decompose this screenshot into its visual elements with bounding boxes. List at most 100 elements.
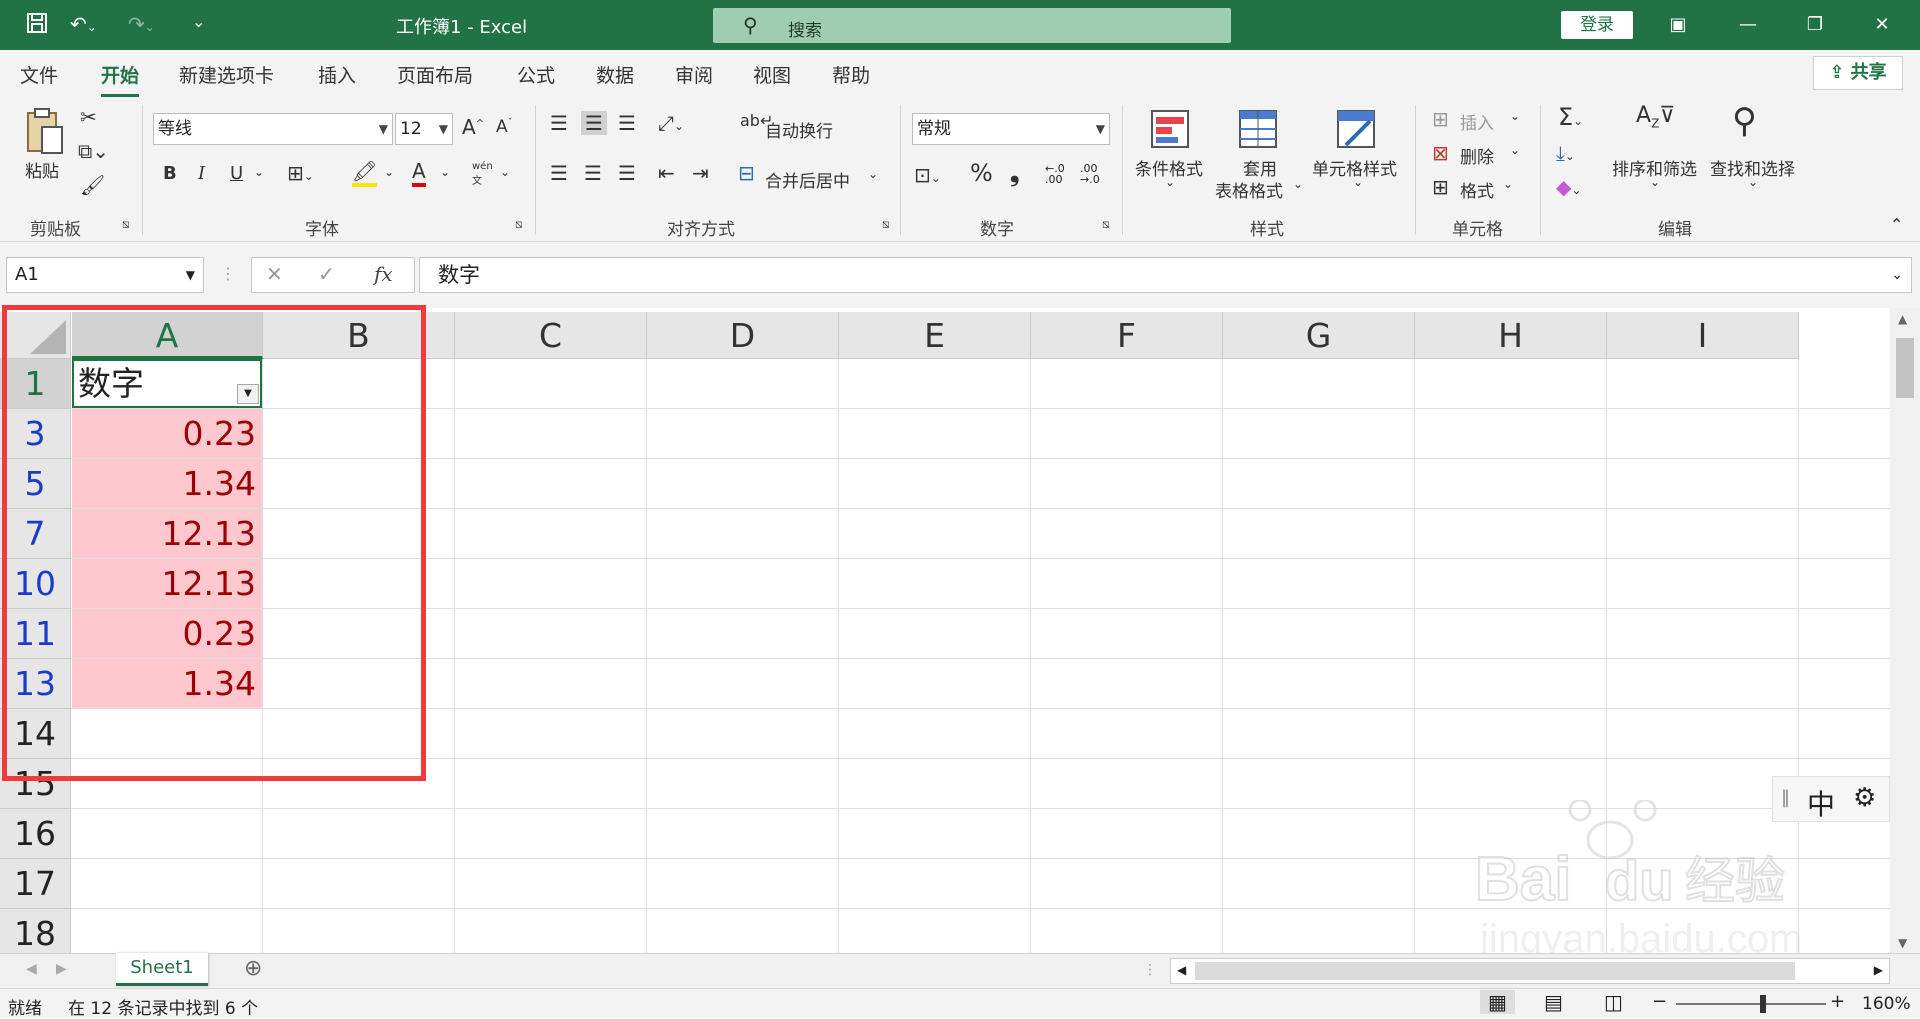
percent-button[interactable]: % [970, 159, 993, 187]
scroll-thumb[interactable] [1896, 338, 1914, 398]
scroll-up-icon[interactable]: ▲ [1898, 312, 1907, 326]
column-header-h[interactable]: H [1415, 312, 1607, 359]
merge-center-icon[interactable]: ⊟ [738, 161, 755, 185]
enter-icon[interactable]: ✓ [318, 262, 335, 286]
phonetic-icon[interactable]: wén 文 [472, 161, 493, 187]
column-header-d[interactable]: D [647, 312, 839, 359]
paste-label[interactable]: 粘贴 [25, 157, 59, 182]
tab-insert[interactable]: 插入 [318, 61, 356, 88]
ime-mode[interactable]: 中 [1807, 783, 1835, 823]
chevron-down-icon[interactable]: ⌄ [1503, 177, 1513, 191]
expand-formula-icon[interactable]: ⌄ [1891, 258, 1903, 292]
align-top-icon[interactable]: ☰ [550, 111, 568, 135]
sheet-tab-sheet1[interactable]: Sheet1 [116, 953, 208, 986]
decrease-font-icon[interactable]: Aˇ [496, 117, 513, 137]
dialog-launcher-icon[interactable]: ⧅ [882, 217, 890, 232]
tab-data[interactable]: 数据 [596, 61, 634, 88]
normal-view-icon[interactable]: ▦ [1480, 990, 1515, 1014]
new-sheet-icon[interactable]: ⊕ [244, 956, 262, 981]
prev-sheet-icon[interactable]: ◀ [26, 961, 37, 977]
comma-button[interactable]: ❟ [1010, 159, 1019, 187]
find-select-icon[interactable]: ⚲ [1732, 101, 1757, 141]
chevron-down-icon[interactable]: ⌄ [1165, 175, 1175, 189]
customize-qat-icon[interactable]: ⌄ [192, 12, 205, 31]
row-header-17[interactable]: 17 [0, 859, 71, 909]
page-layout-view-icon[interactable]: ▤ [1544, 990, 1563, 1014]
align-middle-icon[interactable]: ☰ [581, 111, 607, 135]
copy-icon[interactable]: ⧉⌄ [78, 139, 109, 163]
fill-color-icon[interactable]: 🖍 [352, 159, 378, 187]
chevron-down-icon[interactable]: ⌄ [254, 165, 264, 179]
ime-settings-icon[interactable]: ⚙ [1853, 783, 1876, 813]
align-right-icon[interactable]: ☰ [618, 161, 636, 185]
chevron-down-icon[interactable]: ⌄ [1353, 175, 1363, 189]
scroll-right-icon[interactable]: ▶ [1874, 963, 1883, 977]
chevron-down-icon[interactable]: ⌄ [1510, 109, 1520, 123]
underline-button[interactable]: U [230, 163, 243, 184]
chevron-down-icon[interactable]: ⌄ [868, 167, 878, 181]
cut-icon[interactable]: ✂ [80, 105, 97, 129]
orientation-icon[interactable]: ⤢⌄ [658, 111, 684, 135]
share-button[interactable]: ⇪ 共享 [1813, 56, 1903, 90]
clear-icon[interactable]: ◆⌄ [1556, 175, 1581, 199]
dialog-launcher-icon[interactable]: ⧅ [122, 217, 130, 232]
scroll-left-icon[interactable]: ◀ [1177, 963, 1186, 977]
next-sheet-icon[interactable]: ▶ [56, 961, 67, 977]
chevron-down-icon[interactable]: ⌄ [1748, 175, 1758, 189]
zoom-in-icon[interactable]: + [1830, 991, 1845, 1012]
cancel-icon[interactable]: ✕ [266, 262, 283, 286]
insert-cells-icon[interactable]: ⊞ [1432, 107, 1449, 131]
chevron-down-icon[interactable]: ⌄ [1293, 177, 1303, 191]
column-header-e[interactable]: E [839, 312, 1031, 359]
font-name-select[interactable]: 等线 ▼ [153, 113, 393, 145]
page-break-view-icon[interactable]: ◫ [1604, 990, 1623, 1014]
increase-indent-icon[interactable]: ⇥ [692, 161, 709, 185]
column-header-f[interactable]: F [1031, 312, 1223, 359]
accounting-format-icon[interactable]: ⊡⌄ [914, 163, 941, 187]
number-format-select[interactable]: 常规 ▼ [912, 113, 1110, 145]
row-header-16[interactable]: 16 [0, 809, 71, 859]
chevron-down-icon[interactable]: ⌄ [440, 165, 450, 179]
fill-icon[interactable]: ⤓⌄ [1556, 141, 1575, 165]
format-as-table-line2[interactable]: 表格格式 [1215, 177, 1283, 202]
dialog-launcher-icon[interactable]: ⧅ [1102, 217, 1110, 232]
undo-icon[interactable]: ↶⌄ [70, 12, 97, 36]
border-icon[interactable]: ⊞⌄ [287, 161, 314, 185]
column-header-c[interactable]: C [455, 312, 647, 359]
tab-review[interactable]: 审阅 [675, 61, 713, 88]
format-painter-icon[interactable]: 🖌 [80, 173, 105, 197]
increase-font-icon[interactable]: A^ [462, 115, 484, 139]
save-icon[interactable] [26, 12, 48, 39]
tab-home[interactable]: 开始 [101, 61, 140, 97]
scroll-down-icon[interactable]: ▼ [1898, 936, 1907, 950]
format-as-table-icon[interactable] [1238, 109, 1278, 149]
decrease-decimal-icon[interactable]: .00 →.0 [1080, 163, 1100, 185]
increase-decimal-icon[interactable]: ←.0.00 [1045, 163, 1065, 185]
formula-input[interactable]: 数字 ⌄ [419, 257, 1912, 293]
zoom-slider[interactable] [1676, 995, 1826, 1013]
align-left-icon[interactable]: ☰ [550, 161, 568, 185]
bold-button[interactable]: B [163, 163, 177, 184]
restore-icon[interactable]: ❐ [1795, 10, 1835, 40]
italic-button[interactable]: I [198, 163, 205, 184]
horizontal-scrollbar[interactable]: ◀ ▶ [1170, 958, 1890, 984]
chevron-down-icon[interactable]: ⌄ [1510, 143, 1520, 157]
chevron-down-icon[interactable]: ⌄ [1650, 175, 1660, 189]
decrease-indent-icon[interactable]: ⇤ [658, 161, 675, 185]
conditional-format-icon[interactable] [1150, 109, 1190, 149]
font-color-icon[interactable]: A [412, 159, 426, 187]
tab-formulas[interactable]: 公式 [517, 61, 555, 88]
h-scroll-thumb[interactable] [1195, 962, 1795, 980]
dialog-launcher-icon[interactable]: ⧅ [515, 217, 523, 232]
zoom-level[interactable]: 160% [1862, 994, 1911, 1014]
minimize-icon[interactable]: — [1728, 10, 1768, 40]
insert-cells-button[interactable]: 插入 [1460, 109, 1494, 134]
collapse-ribbon-icon[interactable]: ⌃ [1890, 215, 1903, 234]
align-center-icon[interactable]: ☰ [584, 161, 602, 185]
sort-filter-icon[interactable]: AZ⊽ [1636, 103, 1675, 130]
wrap-text-button[interactable]: 自动换行 [765, 117, 833, 142]
redo-icon[interactable]: ↷⌄ [128, 12, 155, 36]
split-handle-icon[interactable]: ⋮ [1143, 962, 1157, 978]
search-box[interactable]: ⚲ 搜索 [713, 8, 1231, 43]
tab-new[interactable]: 新建选项卡 [179, 61, 274, 88]
